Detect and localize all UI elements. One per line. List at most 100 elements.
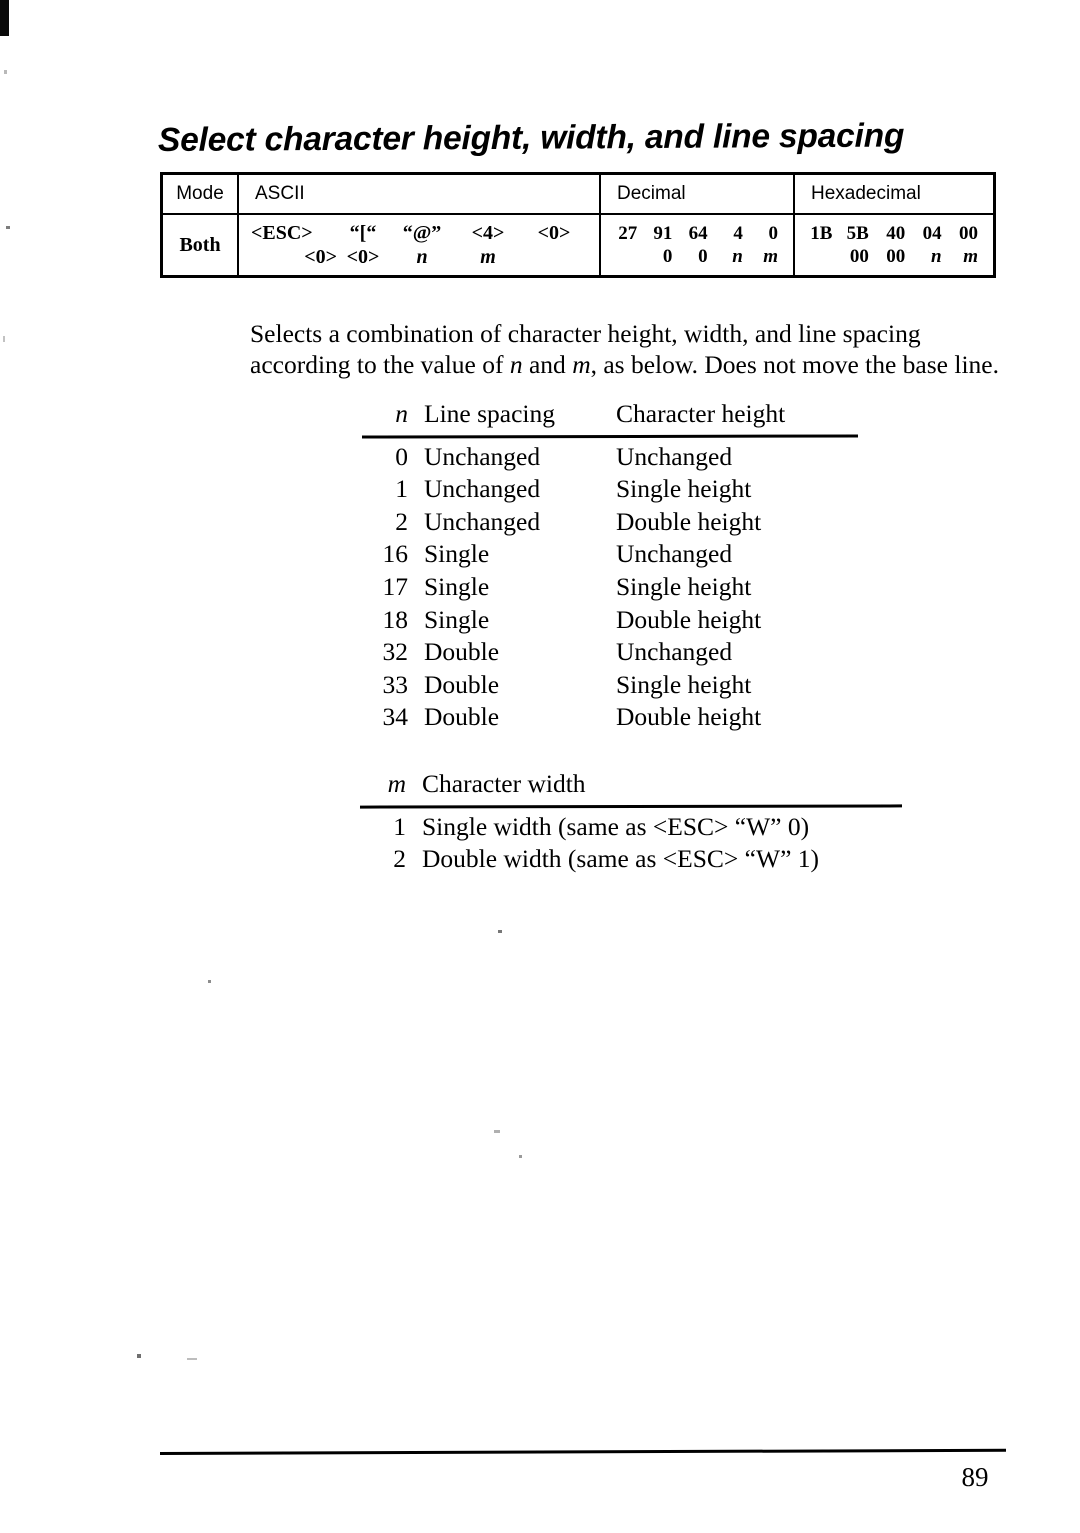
- scan-speck: [494, 1130, 500, 1133]
- column-header-ascii: ASCII: [239, 175, 601, 213]
- ascii-sequence-line-1: <ESC> “[“ “@” <4> <0>: [239, 221, 599, 245]
- hex-token: 00: [849, 246, 869, 267]
- column-header-decimal: Decimal: [601, 175, 795, 213]
- ascii-token-n: n: [416, 246, 428, 268]
- table-row: 33 Double Single height: [362, 669, 858, 702]
- scan-speck: [4, 70, 7, 74]
- table-row: 17 Single Single height: [362, 571, 858, 604]
- ascii-token: “[“: [349, 222, 377, 244]
- hex-token: 04: [922, 223, 942, 244]
- ascii-token-m: m: [480, 246, 496, 268]
- character-height: Single height: [616, 669, 752, 699]
- n-table-header-mid: Line spacing: [424, 399, 555, 428]
- ascii-token: “@”: [402, 222, 442, 244]
- table-row: 2 Unchanged Double height: [362, 506, 858, 539]
- ascii-token: <0>: [537, 222, 571, 244]
- ascii-token: <4>: [471, 222, 505, 244]
- footer-rule: [159, 1448, 1006, 1455]
- m-table-header-mid: Character width: [422, 769, 586, 798]
- scan-speck: [137, 1354, 141, 1358]
- character-width: Double width (same as <ESC> “W” 1): [422, 844, 820, 874]
- scan-speck: [208, 980, 211, 983]
- hex-token: 5B: [846, 223, 869, 244]
- scan-speck: [187, 1358, 197, 1360]
- ascii-token: <0>: [304, 246, 337, 268]
- character-height: Double height: [616, 506, 762, 536]
- hex-sequence-line-1: 1B 5B 40 04 00: [795, 222, 993, 245]
- ascii-token: <0>: [346, 246, 380, 268]
- table-row: 16 Single Unchanged: [362, 538, 858, 571]
- character-height: Single height: [616, 474, 752, 504]
- scan-speck: [6, 226, 10, 229]
- command-table-header-row: Mode ASCII Decimal Hexadecimal: [163, 175, 993, 215]
- line-spacing: Single: [424, 604, 490, 634]
- m-parameter-table: m Character width 1 Single width (same a…: [359, 768, 903, 876]
- line-spacing: Single: [424, 571, 490, 601]
- n-value: 1: [395, 474, 408, 504]
- cell-ascii: <ESC> “[“ “@” <4> <0> <0> <0> n m: [239, 215, 601, 275]
- table-row: 32 Double Unchanged: [362, 636, 858, 669]
- n-table-header-key: n: [395, 399, 408, 428]
- hex-token: 1B: [810, 223, 833, 244]
- ascii-token: <ESC>: [251, 222, 313, 244]
- decimal-token: 4: [733, 223, 743, 244]
- hex-token-n: n: [931, 246, 942, 267]
- m-table-header-row: m Character width: [360, 768, 902, 805]
- n-value: 16: [382, 539, 409, 569]
- command-table-row: Both <ESC> “[“ “@” <4> <0> <0> <0> n m 2…: [163, 215, 993, 275]
- n-table-header-last: Character height: [616, 399, 786, 428]
- n-parameter-table: n Line spacing Character height 0 Unchan…: [361, 398, 859, 734]
- m-value: 1: [393, 811, 406, 841]
- decimal-token: 0: [662, 246, 673, 267]
- decimal-token: 64: [688, 223, 708, 244]
- scan-speck: [3, 336, 5, 342]
- hex-sequence-line-2: 00 00 00 n m: [795, 245, 993, 268]
- column-header-mode: Mode: [163, 175, 239, 213]
- n-value: 18: [382, 604, 409, 634]
- character-height: Double height: [616, 702, 762, 732]
- n-value: 0: [395, 441, 408, 471]
- decimal-token: 0: [768, 223, 779, 244]
- table-row: 1 Unchanged Single height: [362, 473, 858, 506]
- n-value: 32: [382, 637, 409, 667]
- line-spacing: Double: [424, 637, 500, 667]
- n-value: 17: [382, 571, 409, 601]
- line-spacing: Double: [424, 702, 500, 732]
- table-row: 18 Single Double height: [362, 604, 858, 637]
- decimal-sequence-line-1: 27 91 64 4 0: [601, 222, 793, 245]
- n-table-header-row: n Line spacing Character height: [362, 398, 858, 435]
- m-table-rule: [359, 804, 903, 809]
- character-height: Unchanged: [616, 441, 733, 471]
- table-row: 34 Double Double height: [362, 701, 858, 734]
- hex-token: 00: [886, 246, 906, 267]
- scan-speck: [519, 1155, 522, 1158]
- character-height: Unchanged: [616, 539, 733, 569]
- description-paragraph: Selects a combination of character heigh…: [250, 318, 1002, 381]
- line-spacing: Unchanged: [424, 441, 541, 471]
- table-row: 1 Single width (same as <ESC> “W” 0): [360, 811, 902, 844]
- column-header-hexadecimal: Hexadecimal: [811, 183, 921, 204]
- line-spacing: Double: [424, 669, 500, 699]
- description-line-3: line.: [954, 350, 999, 379]
- description-line-2b: and: [522, 350, 573, 379]
- table-row: 2 Double width (same as <ESC> “W” 1): [360, 843, 902, 876]
- document-page: Select character height, width, and line…: [0, 0, 1080, 1533]
- character-width: Single width (same as <ESC> “W” 0): [422, 811, 810, 841]
- decimal-token-n: n: [732, 246, 743, 267]
- character-height: Single height: [616, 571, 752, 601]
- description-line-2c: , as below. Does not move the base: [590, 350, 948, 379]
- cell-decimal: 27 91 64 4 0 00 0 0 n m: [601, 215, 795, 275]
- command-reference-table: Mode ASCII Decimal Hexadecimal Both <ESC…: [160, 172, 996, 278]
- page-number: 89: [961, 1462, 989, 1492]
- line-spacing: Unchanged: [424, 506, 541, 536]
- ascii-sequence-line-2: <0> <0> n m: [239, 245, 599, 269]
- scan-edge-artifact: [0, 0, 9, 36]
- scan-speck: [498, 930, 502, 933]
- description-line-1: Selects a combination of character heigh…: [250, 318, 921, 348]
- variable-m: m: [572, 350, 591, 379]
- m-table-body: 1 Single width (same as <ESC> “W” 0) 2 D…: [360, 808, 902, 876]
- variable-n: n: [509, 350, 523, 379]
- hex-token: 40: [886, 223, 906, 244]
- n-table-rule: [361, 434, 859, 439]
- line-spacing: Single: [424, 539, 490, 569]
